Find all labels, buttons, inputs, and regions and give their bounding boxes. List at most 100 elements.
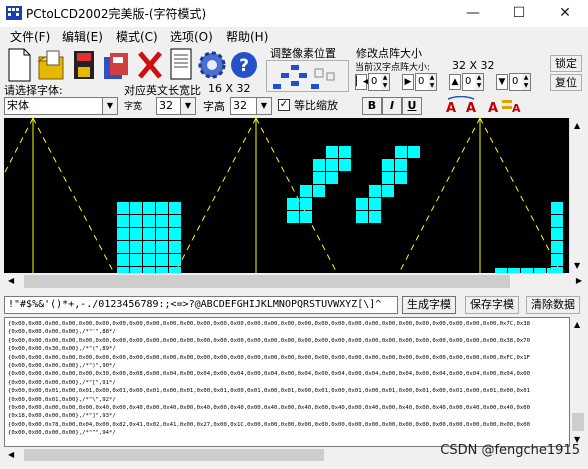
gear-icon	[198, 51, 226, 79]
underline-button[interactable]: U	[402, 97, 422, 115]
pixel-cell	[339, 159, 351, 171]
menu-file[interactable]: 文件(F)	[10, 28, 50, 45]
menu-options[interactable]: 选项(O)	[170, 28, 213, 45]
title-bar: PCtoLCD2002完美版-(字符模式) — ☐ ✕	[0, 0, 588, 27]
chevron-down-icon: ▼	[102, 98, 117, 114]
char-width-select[interactable]: 32 ▼	[156, 97, 196, 115]
shift-down-icon[interactable]: ▼	[496, 74, 508, 90]
rotate-button[interactable]: A A	[444, 95, 478, 116]
pixel-cell	[395, 146, 407, 158]
pixel-cell	[551, 254, 563, 266]
scroll-left-icon[interactable]: ◀	[8, 450, 14, 459]
open-folder-button[interactable]	[35, 45, 68, 85]
spinner-left[interactable]: 0 ▲ ▼	[368, 73, 390, 91]
window-title: PCtoLCD2002完美版-(字符模式)	[26, 7, 207, 21]
pixel-cell	[130, 202, 142, 214]
output-line: {0x18,0x00,0x00,0x00},/*"]",93*/	[8, 413, 116, 420]
save-button[interactable]	[68, 45, 101, 85]
diagonal-guide	[398, 118, 481, 273]
pixel-cell	[117, 241, 129, 253]
generate-font-button[interactable]: 生成字模	[402, 296, 456, 314]
proportional-label: 等比缩放	[294, 99, 338, 112]
pixel-cell	[300, 185, 312, 197]
scroll-down-icon[interactable]: ▼	[574, 261, 580, 270]
stack-disk-icon	[104, 53, 128, 79]
pixel-canvas[interactable]	[4, 118, 569, 273]
close-button[interactable]: ✕	[542, 0, 588, 27]
document-icon	[170, 48, 192, 80]
pixel-cell	[117, 254, 129, 266]
shift-right-icon[interactable]: ▶	[402, 74, 414, 90]
output-textarea[interactable]: {0x00,0x00,0x00,0x00,0x00,0x00,0x00,0x00…	[4, 317, 570, 447]
clear-data-button[interactable]: 清除数据	[526, 296, 580, 314]
menu-mode[interactable]: 模式(C)	[116, 28, 158, 45]
minimize-button[interactable]: —	[450, 0, 496, 27]
canvas-vertical-scrollbar[interactable]: ▲ ▼	[569, 118, 586, 273]
menu-bar: 文件(F) 编辑(E) 模式(C) 选项(O) 帮助(H)	[0, 27, 588, 45]
lock-button[interactable]: 锁定	[550, 55, 582, 72]
spinner-down[interactable]: 0 ▲ ▼	[509, 73, 531, 91]
pixel-cell	[169, 254, 181, 266]
delete-button[interactable]	[134, 45, 167, 85]
char-width-label: 字宽	[124, 102, 143, 112]
maximize-button[interactable]: ☐	[496, 0, 542, 27]
pixel-cell	[130, 254, 142, 266]
charset-input[interactable]: !"#$%&'()*+,-./0123456789:;<=>?@ABCDEFGH…	[4, 296, 398, 314]
pixel-cell	[326, 172, 338, 184]
svg-text:A: A	[466, 101, 476, 116]
scroll-up-icon[interactable]: ▲	[574, 121, 580, 130]
menu-edit[interactable]: 编辑(E)	[62, 28, 103, 45]
shift-left-icon[interactable]: ▏◀	[355, 74, 370, 90]
proportional-checkbox[interactable]: ✓	[278, 99, 290, 111]
settings-button[interactable]	[196, 45, 229, 85]
lit-pixels	[117, 146, 563, 273]
scroll-left-icon[interactable]: ◀	[8, 276, 14, 285]
pixel-cell	[313, 185, 325, 197]
restore-button[interactable]: 复位	[550, 74, 582, 91]
pixel-cell	[382, 185, 394, 197]
pixel-cell	[326, 159, 338, 171]
menu-help[interactable]: 帮助(H)	[226, 28, 268, 45]
pixel-cell	[356, 198, 368, 210]
output-line: {0x00,0x00,0x00,0x00,0x00,0x00,0x00,0x00…	[8, 354, 530, 361]
rotate-a-icon: A A	[446, 95, 476, 116]
pixel-cell	[551, 241, 563, 253]
output-line: {0x00,0x00,0x00,0x00},/*")",90*/	[8, 363, 116, 370]
pixel-cell	[287, 198, 299, 210]
scroll-thumb[interactable]	[572, 413, 584, 431]
pixel-cell	[395, 172, 407, 184]
batch-save-button[interactable]	[101, 45, 134, 85]
scroll-thumb[interactable]	[24, 449, 324, 461]
italic-button[interactable]: I	[382, 97, 402, 115]
font-select[interactable]: 宋体 ▼	[4, 97, 118, 115]
adjust-pixel-group	[266, 60, 349, 92]
flip-a-icon: A A	[488, 100, 521, 116]
chevron-down-icon: ▼	[256, 98, 271, 114]
pixel-grid	[4, 118, 563, 273]
pixel-cell	[117, 202, 129, 214]
scroll-right-icon[interactable]: ▶	[576, 276, 582, 285]
save-font-button[interactable]: 保存字模	[465, 296, 519, 314]
pixel-cell	[339, 146, 351, 158]
output-vertical-scrollbar[interactable]: ▲ ▼	[570, 317, 586, 447]
new-file-button[interactable]	[2, 45, 35, 85]
diagonal-guide	[4, 118, 34, 175]
scroll-thumb[interactable]	[24, 275, 510, 288]
char-height-select[interactable]: 32 ▼	[230, 97, 272, 115]
canvas-horizontal-scrollbar[interactable]: ◀ ▶	[4, 273, 586, 290]
spinner-up[interactable]: 0 ▲ ▼	[462, 73, 484, 91]
font-select-label: 请选择字体:	[4, 84, 63, 97]
arrow-grid-icon[interactable]	[271, 63, 345, 91]
pixel-cell	[143, 215, 155, 227]
bold-button[interactable]: B	[362, 97, 382, 115]
pixel-cell	[169, 215, 181, 227]
shift-up-icon[interactable]: ▲	[449, 74, 461, 90]
document-button[interactable]	[165, 45, 198, 85]
pixel-cell	[169, 228, 181, 240]
flip-button[interactable]: A A	[486, 96, 522, 116]
pixel-cell	[117, 215, 129, 227]
scroll-up-icon[interactable]: ▲	[574, 320, 580, 329]
help-button[interactable]: ?	[228, 45, 261, 85]
spinner-right[interactable]: 0 ▲ ▼	[415, 73, 437, 91]
pixel-cell	[300, 211, 312, 223]
